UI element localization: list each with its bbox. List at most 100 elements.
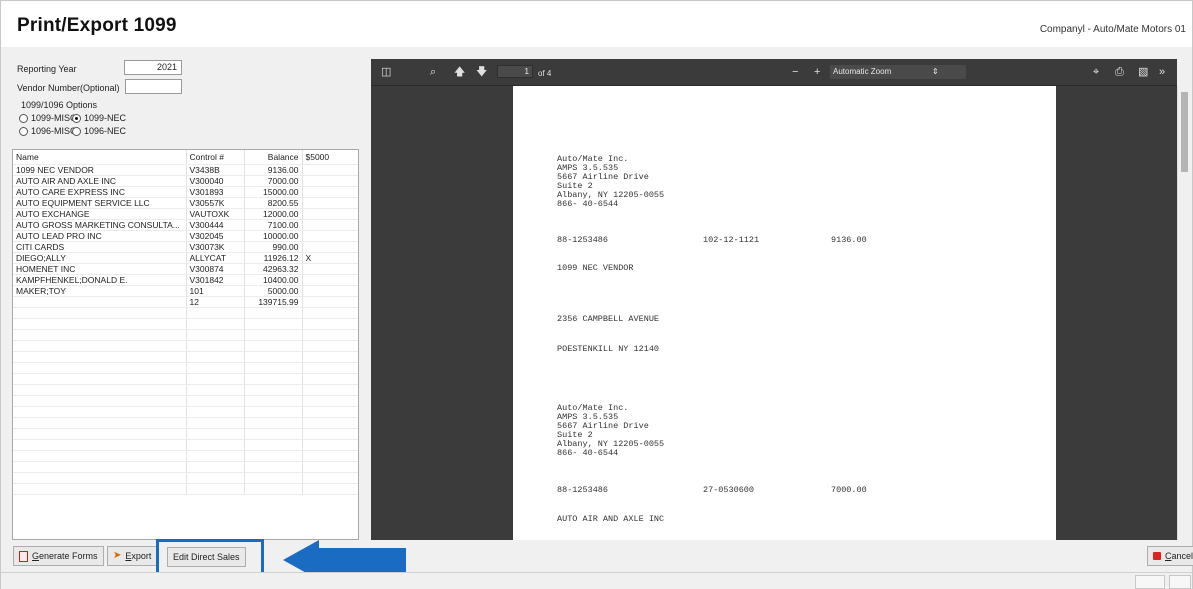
table-row[interactable]: HOMENET INC V300874 42963.32 (13, 263, 358, 275)
empty-cell (302, 318, 358, 330)
empty-cell (186, 318, 245, 330)
empty-cell (186, 406, 245, 418)
table-row[interactable]: AUTO EQUIPMENT SERVICE LLC V30557K 8200.55 (13, 197, 358, 209)
cell-balance: 15000.00 (244, 186, 303, 198)
empty-cell (186, 395, 245, 407)
export-label: Export (125, 551, 152, 561)
tools-icon[interactable]: » (1159, 65, 1165, 79)
zoom-select[interactable]: Automatic Zoom ⇕ (830, 65, 966, 79)
download-icon[interactable]: ▧ (1138, 65, 1148, 79)
reporting-year-label: Reporting Year (17, 64, 77, 74)
cell-5000 (302, 164, 358, 176)
export-button[interactable]: ➤ Export (107, 546, 158, 566)
empty-cell (13, 428, 187, 440)
radio-1096-misc[interactable]: 1096-MISC (19, 126, 77, 136)
radio-1099-misc[interactable]: 1099-MISC (19, 113, 77, 123)
cell-5000 (302, 241, 358, 253)
radio-label: 1099-NEC (84, 113, 127, 123)
cell-name: AUTO GROSS MARKETING CONSULTA... (13, 219, 187, 231)
table-row[interactable]: 1099 NEC VENDOR V3438B 9136.00 (13, 164, 358, 176)
reporting-year-input[interactable]: 2021 (124, 60, 182, 75)
table-row[interactable]: AUTO CARE EXPRESS INC V301893 15000.00 (13, 186, 358, 198)
empty-cell (302, 395, 358, 407)
radio-1096-nec[interactable]: 1096-NEC (72, 126, 126, 136)
cancel-button[interactable]: Cancel (1147, 546, 1193, 566)
table-row[interactable]: AUTO AIR AND AXLE INC V300040 7000.00 (13, 175, 358, 187)
empty-cell (186, 351, 245, 363)
empty-cell (302, 450, 358, 462)
cell-balance: 8200.55 (244, 197, 303, 209)
page-title: Print/Export 1099 (17, 15, 177, 36)
cell-name: CITI CARDS (13, 241, 187, 253)
vertical-scrollbar[interactable] (1177, 86, 1191, 540)
next-page-icon[interactable]: 🡇 (476, 65, 487, 79)
empty-cell (302, 406, 358, 418)
column-header-5000[interactable]: $5000 (302, 150, 358, 165)
doc-line: 9136.00 (831, 235, 867, 245)
cancel-label: Cancel (1165, 551, 1193, 561)
cell-5000 (302, 230, 358, 242)
empty-cell (244, 362, 303, 374)
empty-cell (244, 329, 303, 341)
empty-cell (13, 318, 187, 330)
cell-name: MAKER;TOY (13, 285, 187, 297)
column-header-name[interactable]: Name (13, 150, 187, 165)
previous-page-icon[interactable]: 🡅 (454, 65, 465, 79)
empty-cell (186, 373, 245, 385)
column-header-control[interactable]: Control # (186, 150, 245, 165)
generate-forms-button[interactable]: Generate Forms (13, 546, 104, 566)
sidebar-toggle-icon[interactable]: ◫ (381, 65, 391, 79)
company-label: Companyl - Auto/Mate Motors 01 (1039, 24, 1186, 35)
empty-cell (302, 428, 358, 440)
cell-balance: 9136.00 (244, 164, 303, 176)
table-row[interactable]: KAMPFHENKEL;DONALD E. V301842 10400.00 (13, 274, 358, 286)
cell-5000 (302, 186, 358, 198)
vendor-grid[interactable]: Name Control # Balance $5000 1099 NEC VE… (12, 149, 359, 540)
highlight-box (156, 539, 264, 576)
cell-control: VAUTOXK (186, 208, 245, 220)
search-icon[interactable]: ⌕ (430, 65, 436, 79)
vendor-number-input[interactable] (125, 79, 182, 94)
cell-balance: 139715.99 (244, 296, 303, 308)
table-row[interactable]: MAKER;TOY 101 5000.00 (13, 285, 358, 297)
cell-control: ALLYCAT (186, 252, 245, 264)
empty-cell (186, 384, 245, 396)
doc-line: 1099 NEC VENDOR (557, 263, 634, 273)
cell-control: V30557K (186, 197, 245, 209)
doc-line: 2356 CAMPBELL AVENUE (557, 314, 660, 324)
table-row[interactable]: AUTO EXCHANGE VAUTOXK 12000.00 (13, 208, 358, 220)
empty-cell (302, 307, 358, 319)
cancel-icon (1153, 552, 1161, 560)
column-header-balance[interactable]: Balance (244, 150, 303, 165)
cell-balance: 11926.12 (244, 252, 303, 264)
empty-cell (244, 318, 303, 330)
empty-cell (302, 351, 358, 363)
empty-cell (244, 417, 303, 429)
table-row[interactable]: CITI CARDS V30073K 990.00 (13, 241, 358, 253)
print-icon[interactable]: ⎙ (1115, 65, 1124, 79)
scrollbar-thumb[interactable] (1181, 92, 1188, 172)
page-number-input[interactable]: 1 (497, 65, 533, 78)
empty-cell (244, 428, 303, 440)
table-row[interactable]: AUTO LEAD PRO INC V302045 10000.00 (13, 230, 358, 242)
empty-cell (13, 450, 187, 462)
empty-cell (244, 384, 303, 396)
empty-cell (244, 307, 303, 319)
zoom-in-icon[interactable]: + (814, 65, 820, 79)
table-row[interactable]: 12 139715.99 (13, 296, 358, 308)
pdf-viewer[interactable]: ◫ ⌕ 🡅 🡇 1 of 4 − + Automatic Zoom ⇕ ⌖ ⎙ ▧… (371, 59, 1177, 540)
status-panel (1169, 575, 1191, 589)
empty-cell (186, 340, 245, 352)
empty-cell (186, 439, 245, 451)
table-row[interactable]: AUTO GROSS MARKETING CONSULTA... V300444 7… (13, 219, 358, 231)
zoom-out-icon[interactable]: − (792, 65, 798, 79)
table-row[interactable]: DIEGO;ALLY ALLYCAT 11926.12 X (13, 252, 358, 264)
empty-cell (244, 439, 303, 451)
zoom-value: Automatic Zoom (833, 67, 892, 76)
radio-1099-nec[interactable]: 1099-NEC (72, 113, 126, 123)
presentation-mode-icon[interactable]: ⌖ (1093, 65, 1099, 79)
empty-cell (244, 472, 303, 484)
empty-cell (186, 483, 245, 495)
radio-circle-selected (72, 113, 81, 123)
radio-label: 1096-MISC (31, 126, 77, 136)
